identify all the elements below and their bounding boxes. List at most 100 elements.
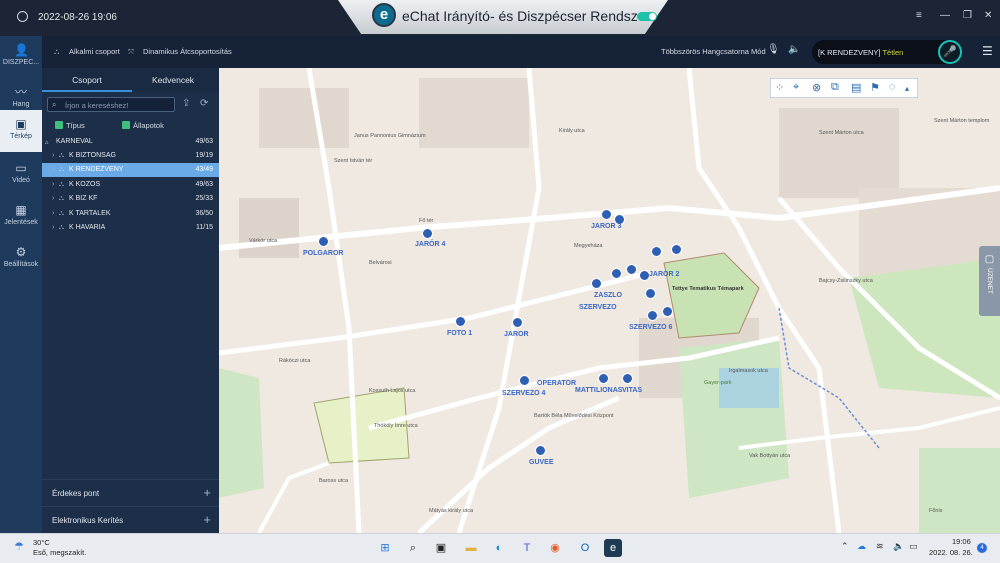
remove-pin-icon[interactable]: ⊗	[812, 81, 821, 94]
unit-marker[interactable]	[645, 288, 656, 299]
edge-browser-icon[interactable]: ◐	[490, 539, 508, 557]
tray-date[interactable]: 2022. 08. 26.	[929, 548, 973, 557]
close-button[interactable]: ✕	[984, 10, 992, 21]
onedrive-icon[interactable]: ☁	[857, 541, 866, 552]
unit-marker[interactable]	[647, 310, 658, 321]
cluster-icon[interactable]: ⁘	[775, 81, 784, 94]
group-icon: ⛬	[59, 166, 64, 173]
street-label: Thököly Imre utca	[374, 423, 418, 429]
wifi-icon[interactable]: ≋	[876, 541, 884, 552]
rail-item-dispatcher[interactable]: 👤 DISZPEC...	[0, 36, 42, 76]
teams-icon[interactable]: T	[518, 539, 536, 557]
file-explorer-icon[interactable]: ▬	[462, 539, 480, 557]
tab-group[interactable]: Csoport	[42, 75, 132, 92]
map-canvas[interactable]: Fő tér Belvárosi Szent Márton utca Thökö…	[219, 68, 1000, 533]
poi-label: Megyeháza	[574, 243, 603, 249]
menu-window-button[interactable]: ≡	[916, 10, 922, 21]
tree-group-item[interactable]: › ⛬ K BIZ KF 25/33	[42, 192, 219, 206]
location-pin-icon[interactable]: ⌖	[793, 81, 799, 94]
unit-marker[interactable]	[662, 306, 673, 317]
add-icon[interactable]: +	[203, 485, 211, 500]
unit-marker[interactable]	[622, 373, 633, 384]
tab-favorites[interactable]: Kedvencek	[152, 75, 194, 85]
rail-item-video[interactable]: ▭ Videó	[0, 154, 42, 194]
collapse-icon: ▵	[45, 139, 49, 146]
group-icon: ⛬	[59, 224, 64, 231]
unit-marker[interactable]	[598, 373, 609, 384]
flag-icon[interactable]: ⚑	[870, 81, 880, 94]
unit-label: GUVEE	[529, 459, 554, 466]
weather-temperature[interactable]: 30°C	[33, 538, 50, 547]
unit-marker[interactable]	[601, 209, 612, 220]
group-name: KARNEVAL	[56, 138, 93, 145]
expand-toolbar-icon[interactable]: ▴	[905, 84, 909, 93]
tree-group-item[interactable]: › ⛬ K KOZOS 49/63	[42, 178, 219, 192]
tray-time[interactable]: 19:06	[952, 537, 971, 546]
waveform-icon: 〰	[14, 85, 27, 99]
rail-item-map[interactable]: ▣ Térkép	[0, 110, 42, 152]
outlook-icon[interactable]: O	[576, 539, 594, 557]
tree-group-item[interactable]: › ⛬ K BIZTONSAG 19/19	[42, 149, 219, 163]
multichannel-toggle[interactable]	[637, 12, 657, 21]
unit-marker[interactable]	[591, 278, 602, 289]
layers-icon[interactable]: ⧉	[831, 81, 839, 94]
geofence-section[interactable]: Elektronikus Kerítés +	[42, 506, 219, 532]
ptt-mic-button[interactable]: 🎤	[938, 40, 962, 64]
volume-icon[interactable]: 🔈	[893, 541, 904, 552]
share-icon[interactable]: ⇪	[182, 98, 190, 109]
unit-marker[interactable]	[318, 236, 329, 247]
firefox-icon[interactable]: ◉	[546, 539, 564, 557]
search-input[interactable]: ⌕ Írjon a kereséshez!	[47, 97, 175, 112]
dynamic-regroup-button[interactable]: Dinamikus Átcsoportosítás	[143, 47, 232, 56]
hamburger-menu-icon[interactable]: ☰	[982, 44, 993, 58]
street-label: Vak Bottyán utca	[749, 453, 791, 459]
poi-section[interactable]: Érdekes pont +	[42, 479, 219, 505]
echat-taskbar-icon[interactable]: e	[604, 539, 622, 557]
unit-marker[interactable]	[671, 244, 682, 255]
weather-rain-icon[interactable]: ☂	[14, 540, 24, 553]
unit-marker[interactable]	[422, 228, 433, 239]
refresh-icon[interactable]: ⟳	[200, 98, 208, 109]
panel-tabs: Csoport Kedvencek	[42, 68, 219, 92]
tree-root-karneval[interactable]: ▵ KARNEVAL 49/63	[42, 135, 219, 149]
rail-label: Hang	[12, 101, 30, 108]
street-label: Szent Márton utca	[819, 130, 864, 136]
unit-marker[interactable]	[535, 445, 546, 456]
unit-marker[interactable]	[455, 316, 466, 327]
search-taskbar-icon[interactable]: ⌕	[404, 539, 422, 557]
chevron-up-icon[interactable]: ⌃	[841, 541, 849, 552]
message-icon: ▢	[984, 254, 995, 265]
message-side-tab[interactable]: ▢ ÜZENET	[979, 246, 1000, 316]
tree-group-item-selected[interactable]: › ⛬ K RENDEZVENY 43/49	[42, 163, 219, 177]
type-checkbox[interactable]	[55, 121, 63, 129]
speaker-icon[interactable]: 🔈	[788, 44, 800, 55]
status-checkbox[interactable]	[122, 121, 130, 129]
maximize-button[interactable]: ❐	[963, 10, 972, 21]
tree-group-item[interactable]: › ⛬ K HAVARIA 11/15	[42, 221, 219, 235]
unit-marker[interactable]	[651, 246, 662, 257]
side-tab-label: ÜZENET	[986, 268, 993, 294]
lasso-icon[interactable]: ◌	[889, 81, 896, 93]
unit-marker[interactable]	[519, 375, 530, 386]
multichannel-label: Többszörös Hangcsatorna Mód	[661, 47, 766, 56]
microphone-icon[interactable]: 🎙	[767, 44, 780, 55]
task-view-icon[interactable]: ▣	[432, 539, 450, 557]
weather-description[interactable]: Eső, megszakít.	[33, 548, 86, 557]
add-icon[interactable]: +	[203, 512, 211, 527]
unit-marker[interactable]	[512, 317, 523, 328]
grid-view-icon[interactable]: ▤	[851, 81, 861, 94]
status-filter-label: Állapotok	[133, 121, 164, 130]
tree-group-item[interactable]: › ⛬ K TARTALEK 36/50	[42, 207, 219, 221]
minimize-button[interactable]: —	[940, 10, 950, 21]
start-windows-icon[interactable]: ⊞	[376, 539, 394, 557]
adhoc-group-button[interactable]: Alkalmi csoport	[69, 47, 120, 56]
battery-icon[interactable]: ▭	[909, 541, 918, 552]
rail-item-reports[interactable]: ▦ Jelentések	[0, 196, 42, 236]
datetime: 2022-08-26 19:06	[38, 12, 117, 23]
group-count: 49/63	[195, 138, 213, 145]
notification-badge[interactable]: 4	[977, 543, 987, 553]
rail-item-settings[interactable]: ⚙ Beállítások	[0, 238, 42, 278]
unit-marker[interactable]	[611, 268, 622, 279]
expand-icon: ›	[52, 152, 55, 159]
unit-marker[interactable]	[626, 264, 637, 275]
